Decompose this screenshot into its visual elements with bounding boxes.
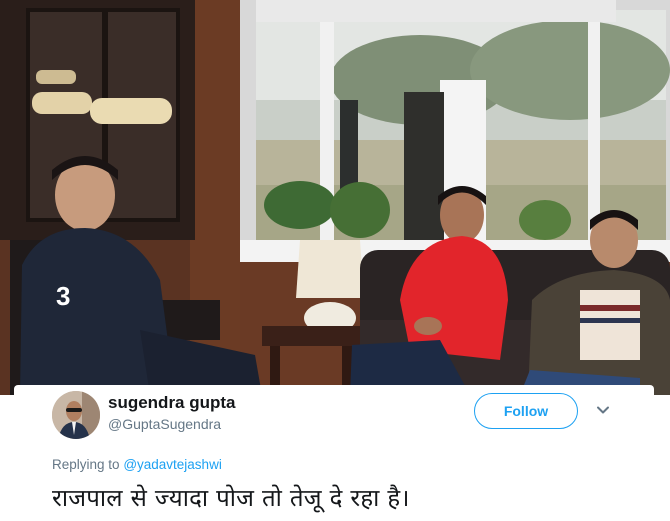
- follow-button[interactable]: Follow: [474, 393, 578, 429]
- avatar[interactable]: [52, 391, 100, 439]
- tweet-text: राजपाल से ज्यादा पोज तो तेजू दे रहा है।: [52, 484, 410, 512]
- display-name[interactable]: sugendra gupta: [108, 393, 236, 413]
- replying-to-link[interactable]: @yadavtejashwi: [123, 457, 222, 472]
- photo-scene: 3: [0, 0, 670, 395]
- user-handle[interactable]: @GuptaSugendra: [108, 416, 221, 432]
- replying-to: Replying to @yadavtejashwi: [52, 457, 222, 472]
- replying-to-label: Replying to: [52, 457, 120, 472]
- chevron-down-icon[interactable]: [596, 403, 610, 417]
- tweet-card: sugendra gupta @GuptaSugendra Follow Rep…: [14, 385, 654, 521]
- jersey-number: 3: [56, 281, 70, 311]
- photo: 3: [0, 0, 670, 395]
- avatar-image: [52, 391, 100, 439]
